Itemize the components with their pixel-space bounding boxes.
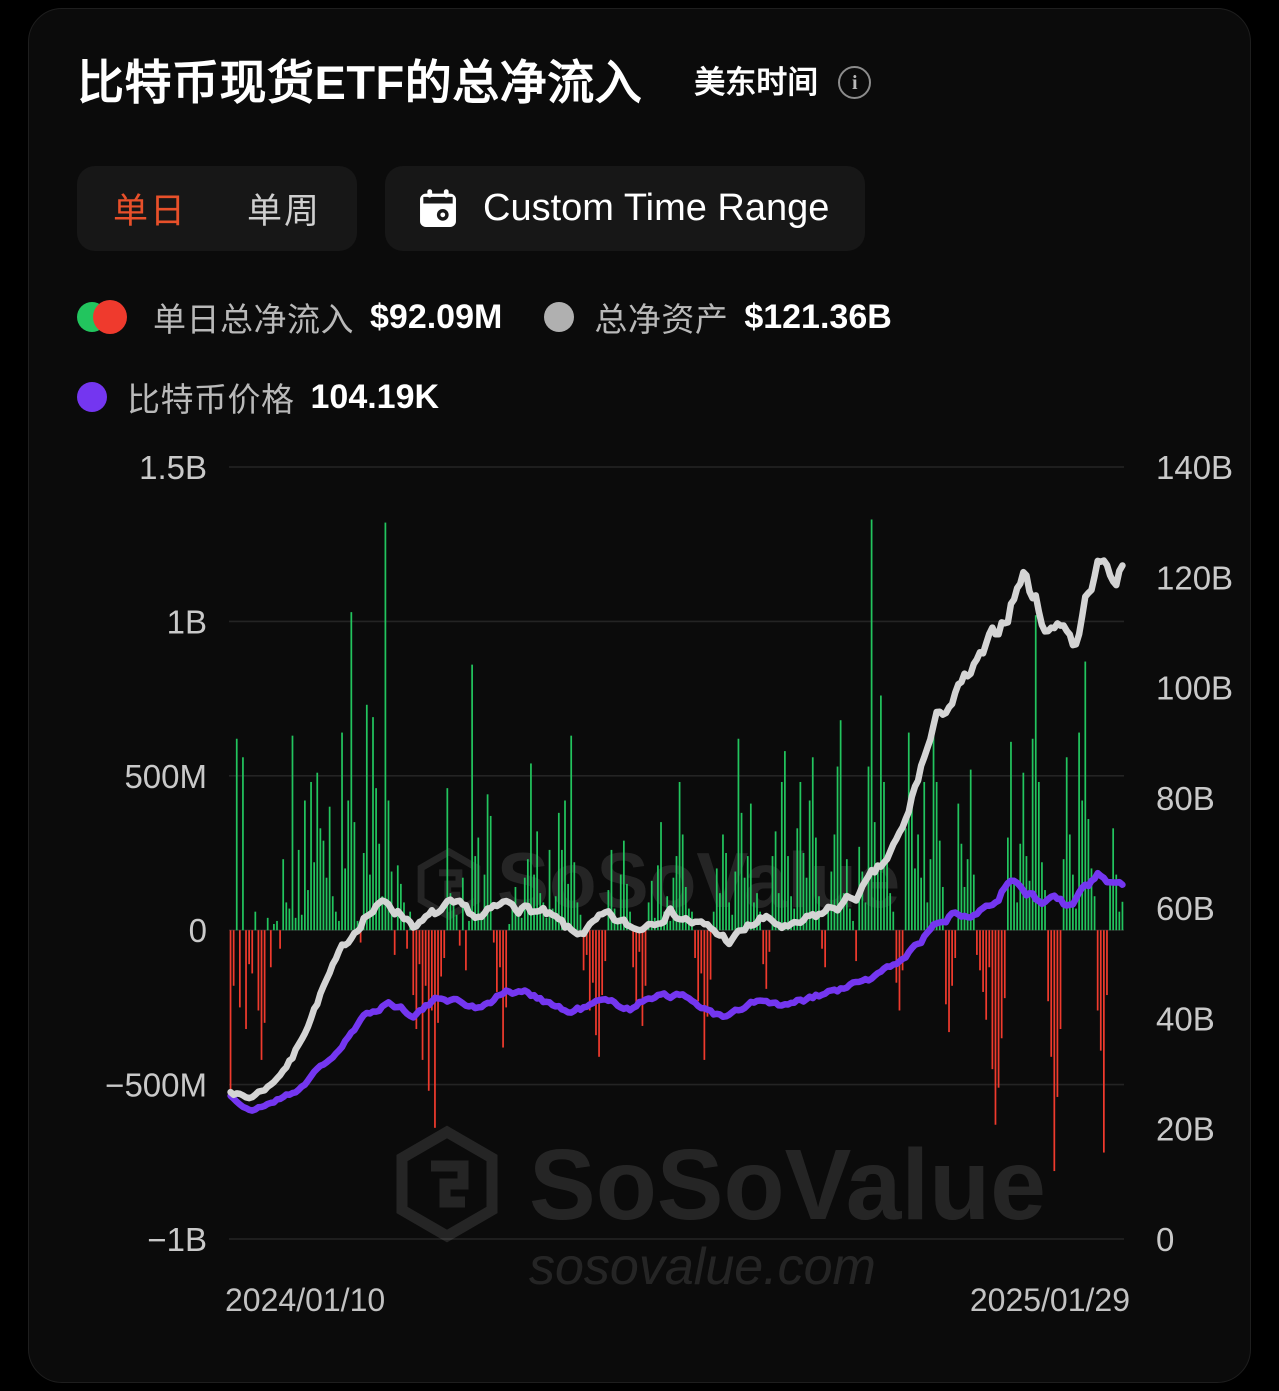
custom-time-range-label: Custom Time Range — [483, 187, 830, 229]
svg-text:SoSoValue: SoSoValue — [529, 1129, 1046, 1241]
y-axis-left-tick: 0 — [189, 912, 207, 949]
y-axis-right-tick: 80B — [1156, 780, 1215, 817]
y-axis-right-tick: 0 — [1156, 1221, 1174, 1258]
tab-single-week[interactable]: 单周 — [217, 166, 351, 251]
legend-label-btc-price: 比特币价格 — [127, 381, 295, 418]
legend-value-net-assets: $121.36B — [744, 297, 892, 336]
green-red-dot-icon — [77, 300, 131, 334]
y-axis-right-tick: 140B — [1156, 449, 1233, 486]
y-axis-left-tick: 1.5B — [139, 449, 207, 486]
gray-dot-icon — [544, 302, 575, 332]
etf-flow-card: 比特币现货ETF的总净流入 美东时间 i 单日 单周 Custom Time R — [28, 8, 1251, 1383]
legend-value-net-inflow: $92.09M — [370, 297, 503, 336]
legend-item-net-inflow[interactable]: 单日总净流入 $92.09M — [77, 293, 502, 341]
legend-value-btc-price: 104.19K — [310, 377, 440, 416]
legend-item-btc-price[interactable]: 比特币价格 104.19K — [77, 373, 439, 421]
interval-segmented-control: 单日 单周 — [77, 166, 358, 251]
y-axis-right-tick: 40B — [1156, 1000, 1215, 1037]
tab-single-day[interactable]: 单日 — [83, 166, 217, 251]
svg-text:sosovalue.com: sosovalue.com — [529, 1238, 876, 1296]
y-axis-right-tick: 120B — [1156, 559, 1233, 596]
legend-item-net-assets[interactable]: 总净资产 $121.36B — [544, 293, 892, 341]
page-title: 比特币现货ETF的总净流入 — [77, 56, 643, 109]
custom-time-range-button[interactable]: Custom Time Range — [385, 166, 866, 251]
y-axis-left-tick: −500M — [105, 1067, 207, 1104]
x-axis-tick-end: 2025/01/29 — [970, 1282, 1130, 1318]
legend-label-net-assets: 总净资产 — [594, 301, 729, 338]
purple-dot-icon — [77, 382, 107, 412]
info-icon[interactable]: i — [838, 66, 872, 99]
timezone-label: 美东时间 — [694, 65, 819, 100]
legend-label-net-inflow: 单日总净流入 — [153, 301, 354, 338]
header: 比特币现货ETF的总净流入 美东时间 i — [77, 56, 872, 109]
controls-bar: 单日 单周 Custom Time Range — [77, 166, 866, 251]
y-axis-right-tick: 60B — [1156, 890, 1215, 927]
x-axis-tick-start: 2024/01/10 — [225, 1282, 385, 1318]
y-axis-right-tick: 100B — [1156, 670, 1233, 707]
legend: 单日总净流入 $92.09M 总净资产 $121.36B 比特币价格 104.1… — [77, 289, 1177, 425]
chart-area[interactable]: 1.5B 1B 500M 0 −500M −1B 140B 120B 100B 80B 60B 40B… — [29, 429, 1251, 1369]
calendar-icon — [415, 187, 461, 231]
y-axis-left-tick: −1B — [147, 1221, 207, 1258]
y-axis-right-tick: 20B — [1156, 1111, 1215, 1148]
etf-flow-chart[interactable]: 1.5B 1B 500M 0 −500M −1B 140B 120B 100B 80B 60B 40B… — [29, 429, 1251, 1369]
y-axis-left-tick: 500M — [124, 758, 207, 795]
y-axis-left-tick: 1B — [167, 603, 207, 640]
